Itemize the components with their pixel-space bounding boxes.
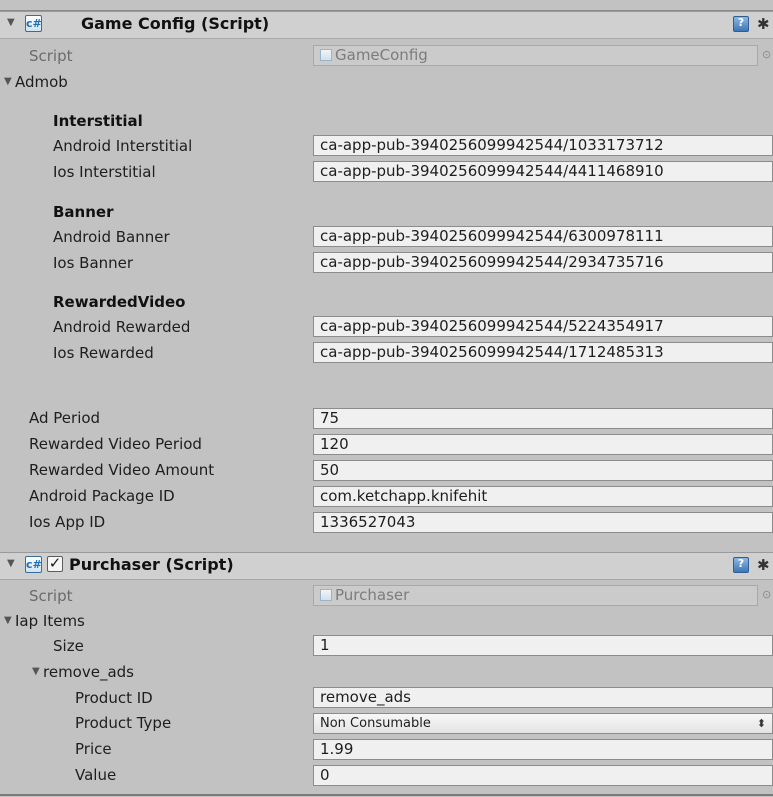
script-label: Script	[29, 47, 73, 65]
script-icon: c#	[25, 556, 42, 573]
inspector-panel: ▼ c# Game Config (Script) ? ✱ Script Gam…	[0, 0, 773, 797]
android-rewarded-label: Android Rewarded	[53, 318, 191, 336]
remove-ads-fold-icon[interactable]: ▼	[32, 666, 40, 677]
android-rewarded-field[interactable]: ca-app-pub-3940256099942544/5224354917	[313, 316, 773, 337]
script-icon: c#	[25, 15, 42, 32]
script-field[interactable]: Purchaser	[313, 585, 758, 606]
object-picker-icon[interactable]: ⊙	[762, 588, 771, 601]
ios-interstitial-label: Ios Interstitial	[53, 163, 156, 181]
android-banner-field[interactable]: ca-app-pub-3940256099942544/6300978111	[313, 226, 773, 247]
script-file-icon	[320, 49, 332, 61]
ios-interstitial-field[interactable]: ca-app-pub-3940256099942544/4411468910	[313, 161, 773, 182]
object-picker-icon[interactable]: ⊙	[762, 48, 771, 61]
gear-icon[interactable]: ✱	[757, 15, 770, 33]
android-interstitial-field[interactable]: ca-app-pub-3940256099942544/1033173712	[313, 135, 773, 156]
rewarded-video-period-label: Rewarded Video Period	[29, 435, 202, 453]
android-package-id-label: Android Package ID	[29, 487, 175, 505]
rewarded-video-header: RewardedVideo	[53, 293, 186, 311]
product-type-label: Product Type	[75, 714, 172, 732]
help-icon[interactable]: ?	[733, 557, 749, 573]
dropdown-arrow-icon: ⬍	[756, 717, 766, 730]
price-label: Price	[75, 740, 112, 758]
iap-items-label[interactable]: Iap Items	[15, 612, 85, 630]
game-config-fold-icon[interactable]: ▼	[7, 17, 15, 28]
price-field[interactable]: 1.99	[313, 739, 773, 760]
ios-app-id-field[interactable]: 1336527043	[313, 512, 773, 533]
bottom-divider	[0, 794, 773, 796]
ios-banner-label: Ios Banner	[53, 254, 134, 272]
ios-rewarded-field[interactable]: ca-app-pub-3940256099942544/1712485313	[313, 342, 773, 363]
script-file-icon	[320, 589, 332, 601]
ad-period-label: Ad Period	[29, 409, 101, 427]
interstitial-header: Interstitial	[53, 112, 143, 130]
purchaser-fold-icon[interactable]: ▼	[7, 558, 15, 569]
value-field[interactable]: 0	[313, 765, 773, 786]
purchaser-enabled-checkbox[interactable]: ✓	[47, 554, 63, 572]
help-icon[interactable]: ?	[733, 16, 749, 32]
product-id-field[interactable]: remove_ads	[313, 687, 773, 708]
iap-item-remove-ads[interactable]: remove_ads	[43, 663, 134, 681]
gear-icon[interactable]: ✱	[757, 556, 770, 574]
size-field[interactable]: 1	[313, 635, 773, 656]
admob-label[interactable]: Admob	[15, 73, 68, 91]
product-id-label: Product ID	[75, 689, 153, 707]
android-package-id-field[interactable]: com.ketchapp.knifehit	[313, 486, 773, 507]
ios-app-id-label: Ios App ID	[29, 513, 106, 531]
rewarded-video-period-field[interactable]: 120	[313, 434, 773, 455]
script-label: Script	[29, 587, 73, 605]
product-type-dropdown[interactable]: Non Consumable ⬍	[313, 713, 773, 734]
value-label: Value	[75, 766, 117, 784]
script-field[interactable]: GameConfig	[313, 45, 758, 66]
ios-banner-field[interactable]: ca-app-pub-3940256099942544/2934735716	[313, 252, 773, 273]
rewarded-video-amount-label: Rewarded Video Amount	[29, 461, 215, 479]
ad-period-field[interactable]: 75	[313, 408, 773, 429]
ios-rewarded-label: Ios Rewarded	[53, 344, 154, 362]
android-banner-label: Android Banner	[53, 228, 170, 246]
banner-header: Banner	[53, 203, 114, 221]
rewarded-video-amount-field[interactable]: 50	[313, 460, 773, 481]
purchaser-title: Purchaser (Script)	[69, 555, 234, 574]
game-config-title: Game Config (Script)	[81, 14, 270, 33]
admob-fold-icon[interactable]: ▼	[4, 76, 12, 87]
size-label: Size	[53, 637, 84, 655]
android-interstitial-label: Android Interstitial	[53, 137, 193, 155]
iap-items-fold-icon[interactable]: ▼	[4, 615, 12, 626]
